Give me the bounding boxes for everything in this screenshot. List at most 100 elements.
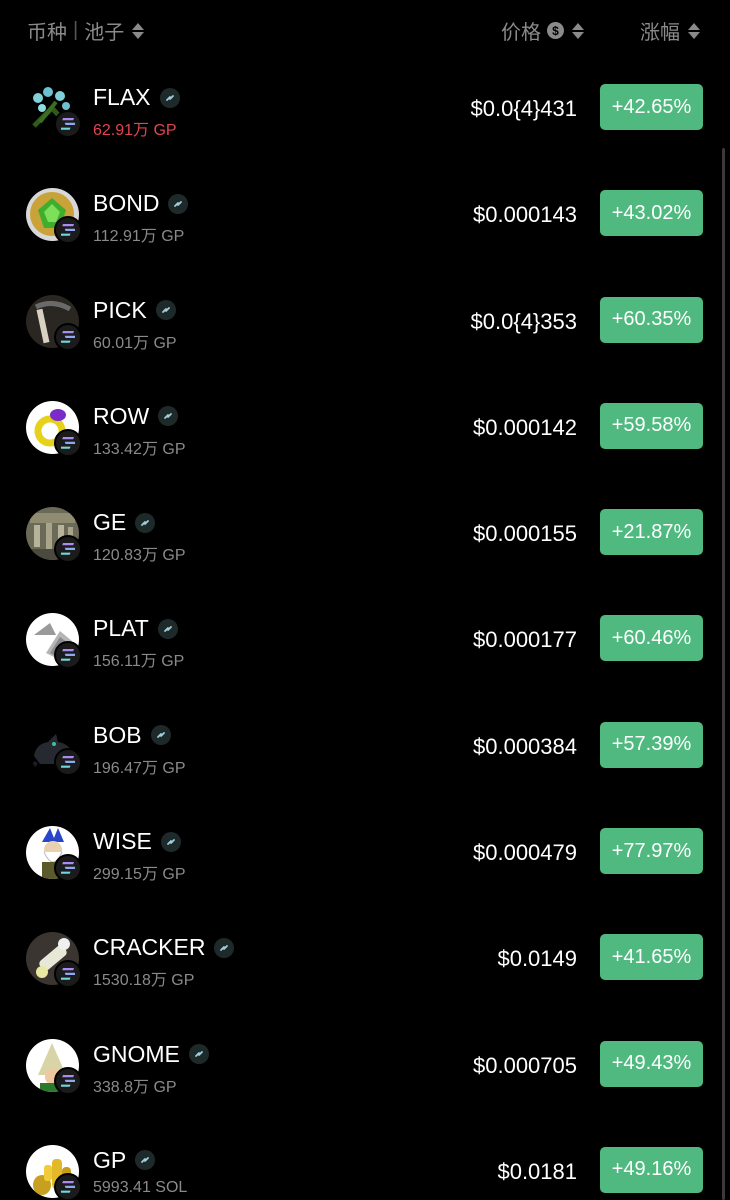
token-list: FLAX 62.91万 GP $0.0{4}431 +42.65% BOND 112.91… bbox=[0, 54, 730, 1200]
pool-size: 1530.18万 GP bbox=[93, 972, 195, 990]
pool-size: 60.01万 GP bbox=[93, 334, 177, 352]
token-row[interactable]: GE 120.83万 GP $0.000155 +21.87% bbox=[0, 479, 730, 585]
token-symbol-group: FLAX bbox=[93, 84, 180, 111]
token-row[interactable]: ROW 133.42万 GP $0.000142 +59.58% bbox=[0, 373, 730, 479]
token-symbol-group: GP bbox=[93, 1146, 156, 1174]
header-divider: | bbox=[73, 19, 79, 41]
change-sort-header[interactable]: 涨幅 bbox=[640, 16, 700, 45]
link-icon[interactable] bbox=[160, 831, 181, 852]
token-row[interactable]: GP 5993.41 SOL $0.0181 +49.16% bbox=[0, 1117, 730, 1200]
token-symbol-group: PLAT bbox=[93, 615, 178, 642]
solana-chain-icon bbox=[54, 428, 82, 457]
token-row[interactable]: FLAX 62.91万 GP $0.0{4}431 +42.65% bbox=[0, 54, 730, 160]
pool-size: 5993.41 SOL bbox=[93, 1178, 188, 1196]
token-avatar bbox=[26, 719, 82, 776]
change-badge[interactable]: +77.97% bbox=[600, 828, 703, 875]
sort-icon[interactable] bbox=[688, 22, 700, 39]
token-list-page: 币种 | 池子 价格 $ 涨幅 FLAX 62.91万 GP $0.0{4}431 +… bbox=[0, 0, 730, 1200]
token-avatar bbox=[26, 507, 82, 564]
sort-icon[interactable] bbox=[132, 22, 145, 39]
token-price: $0.000384 bbox=[473, 733, 577, 759]
link-icon[interactable] bbox=[155, 300, 176, 321]
link-icon[interactable] bbox=[135, 512, 156, 533]
token-price: $0.0{4}353 bbox=[470, 308, 577, 334]
token-row[interactable]: WISE 299.15万 GP $0.000479 +77.97% bbox=[0, 798, 730, 904]
token-symbol: WISE bbox=[93, 828, 152, 855]
token-symbol-group: BOB bbox=[93, 722, 171, 749]
scrollbar[interactable] bbox=[722, 148, 725, 1200]
token-avatar bbox=[26, 1038, 82, 1095]
solana-chain-icon bbox=[54, 854, 82, 883]
token-symbol: PLAT bbox=[93, 615, 149, 642]
dollar-icon[interactable]: $ bbox=[547, 22, 564, 39]
solana-chain-icon bbox=[54, 1066, 82, 1095]
pool-label: 池子 bbox=[84, 22, 125, 44]
link-icon[interactable] bbox=[135, 1150, 156, 1171]
token-row[interactable]: BOND 112.91万 GP $0.000143 +43.02% bbox=[0, 160, 730, 266]
token-row[interactable]: PLAT 156.11万 GP $0.000177 +60.46% bbox=[0, 585, 730, 691]
token-avatar bbox=[26, 932, 82, 989]
solana-chain-icon bbox=[54, 535, 82, 564]
token-symbol: ROW bbox=[93, 402, 150, 429]
token-symbol: GE bbox=[93, 509, 127, 536]
solana-chain-icon bbox=[54, 641, 82, 670]
token-symbol: BOND bbox=[93, 190, 160, 217]
link-icon[interactable] bbox=[159, 87, 180, 108]
change-badge[interactable]: +43.02% bbox=[600, 190, 703, 237]
link-icon[interactable] bbox=[214, 937, 235, 958]
link-icon[interactable] bbox=[157, 618, 178, 639]
token-avatar bbox=[26, 294, 82, 351]
change-badge[interactable]: +21.87% bbox=[600, 509, 703, 556]
solana-chain-icon bbox=[54, 960, 82, 989]
token-symbol: FLAX bbox=[93, 84, 151, 110]
token-symbol: CRACKER bbox=[93, 934, 206, 961]
sort-icon[interactable] bbox=[572, 22, 584, 39]
token-price: $0.000143 bbox=[473, 202, 577, 228]
solana-chain-icon bbox=[54, 1172, 82, 1200]
token-symbol: GP bbox=[93, 1146, 127, 1173]
link-icon[interactable] bbox=[158, 406, 179, 427]
solana-chain-icon bbox=[54, 747, 82, 776]
link-icon[interactable] bbox=[188, 1044, 209, 1065]
pool-size: 156.11万 GP bbox=[93, 653, 185, 671]
pool-size: 112.91万 GP bbox=[93, 228, 185, 246]
link-icon[interactable] bbox=[150, 725, 171, 746]
change-badge[interactable]: +49.43% bbox=[600, 1040, 703, 1087]
token-symbol-group: BOND bbox=[93, 190, 189, 217]
token-price: $0.000705 bbox=[473, 1052, 577, 1078]
pool-size: 338.8万 GP bbox=[93, 1078, 177, 1096]
token-row[interactable]: BOB 196.47万 GP $0.000384 +57.39% bbox=[0, 692, 730, 798]
token-avatar bbox=[26, 826, 82, 883]
token-symbol-group: WISE bbox=[93, 828, 181, 855]
change-badge[interactable]: +41.65% bbox=[600, 934, 703, 981]
token-avatar bbox=[26, 188, 82, 245]
token-symbol: BOB bbox=[93, 721, 142, 748]
token-avatar bbox=[26, 613, 82, 670]
token-symbol: GNOME bbox=[93, 1040, 180, 1067]
coin-pool-sort-header[interactable]: 币种 | 池子 bbox=[27, 16, 145, 45]
change-badge[interactable]: +49.16% bbox=[600, 1146, 703, 1193]
solana-chain-icon bbox=[54, 110, 82, 138]
pool-size: 133.42万 GP bbox=[93, 440, 186, 458]
token-price: $0.0149 bbox=[497, 946, 577, 972]
link-icon[interactable] bbox=[168, 193, 189, 214]
token-row[interactable]: GNOME 338.8万 GP $0.000705 +49.43% bbox=[0, 1011, 730, 1117]
price-sort-header[interactable]: 价格 $ bbox=[501, 16, 584, 45]
token-row[interactable]: CRACKER 1530.18万 GP $0.0149 +41.65% bbox=[0, 904, 730, 1010]
change-badge[interactable]: +59.58% bbox=[600, 402, 703, 449]
change-badge[interactable]: +57.39% bbox=[600, 721, 703, 768]
solana-chain-icon bbox=[54, 322, 82, 351]
token-price: $0.000155 bbox=[473, 521, 577, 547]
token-price: $0.0181 bbox=[497, 1158, 577, 1184]
token-row[interactable]: PICK 60.01万 GP $0.0{4}353 +60.35% bbox=[0, 267, 730, 373]
token-price: $0.0{4}431 bbox=[470, 96, 577, 121]
list-header: 币种 | 池子 价格 $ 涨幅 bbox=[0, 0, 730, 58]
change-badge[interactable]: +42.65% bbox=[600, 84, 703, 130]
change-badge[interactable]: +60.46% bbox=[600, 615, 703, 662]
pool-size: 120.83万 GP bbox=[93, 547, 186, 565]
change-badge[interactable]: +60.35% bbox=[600, 296, 703, 343]
coin-label: 币种 bbox=[27, 22, 67, 44]
token-price: $0.000177 bbox=[473, 627, 577, 653]
token-symbol: PICK bbox=[93, 296, 147, 323]
change-label: 涨幅 bbox=[640, 22, 680, 44]
